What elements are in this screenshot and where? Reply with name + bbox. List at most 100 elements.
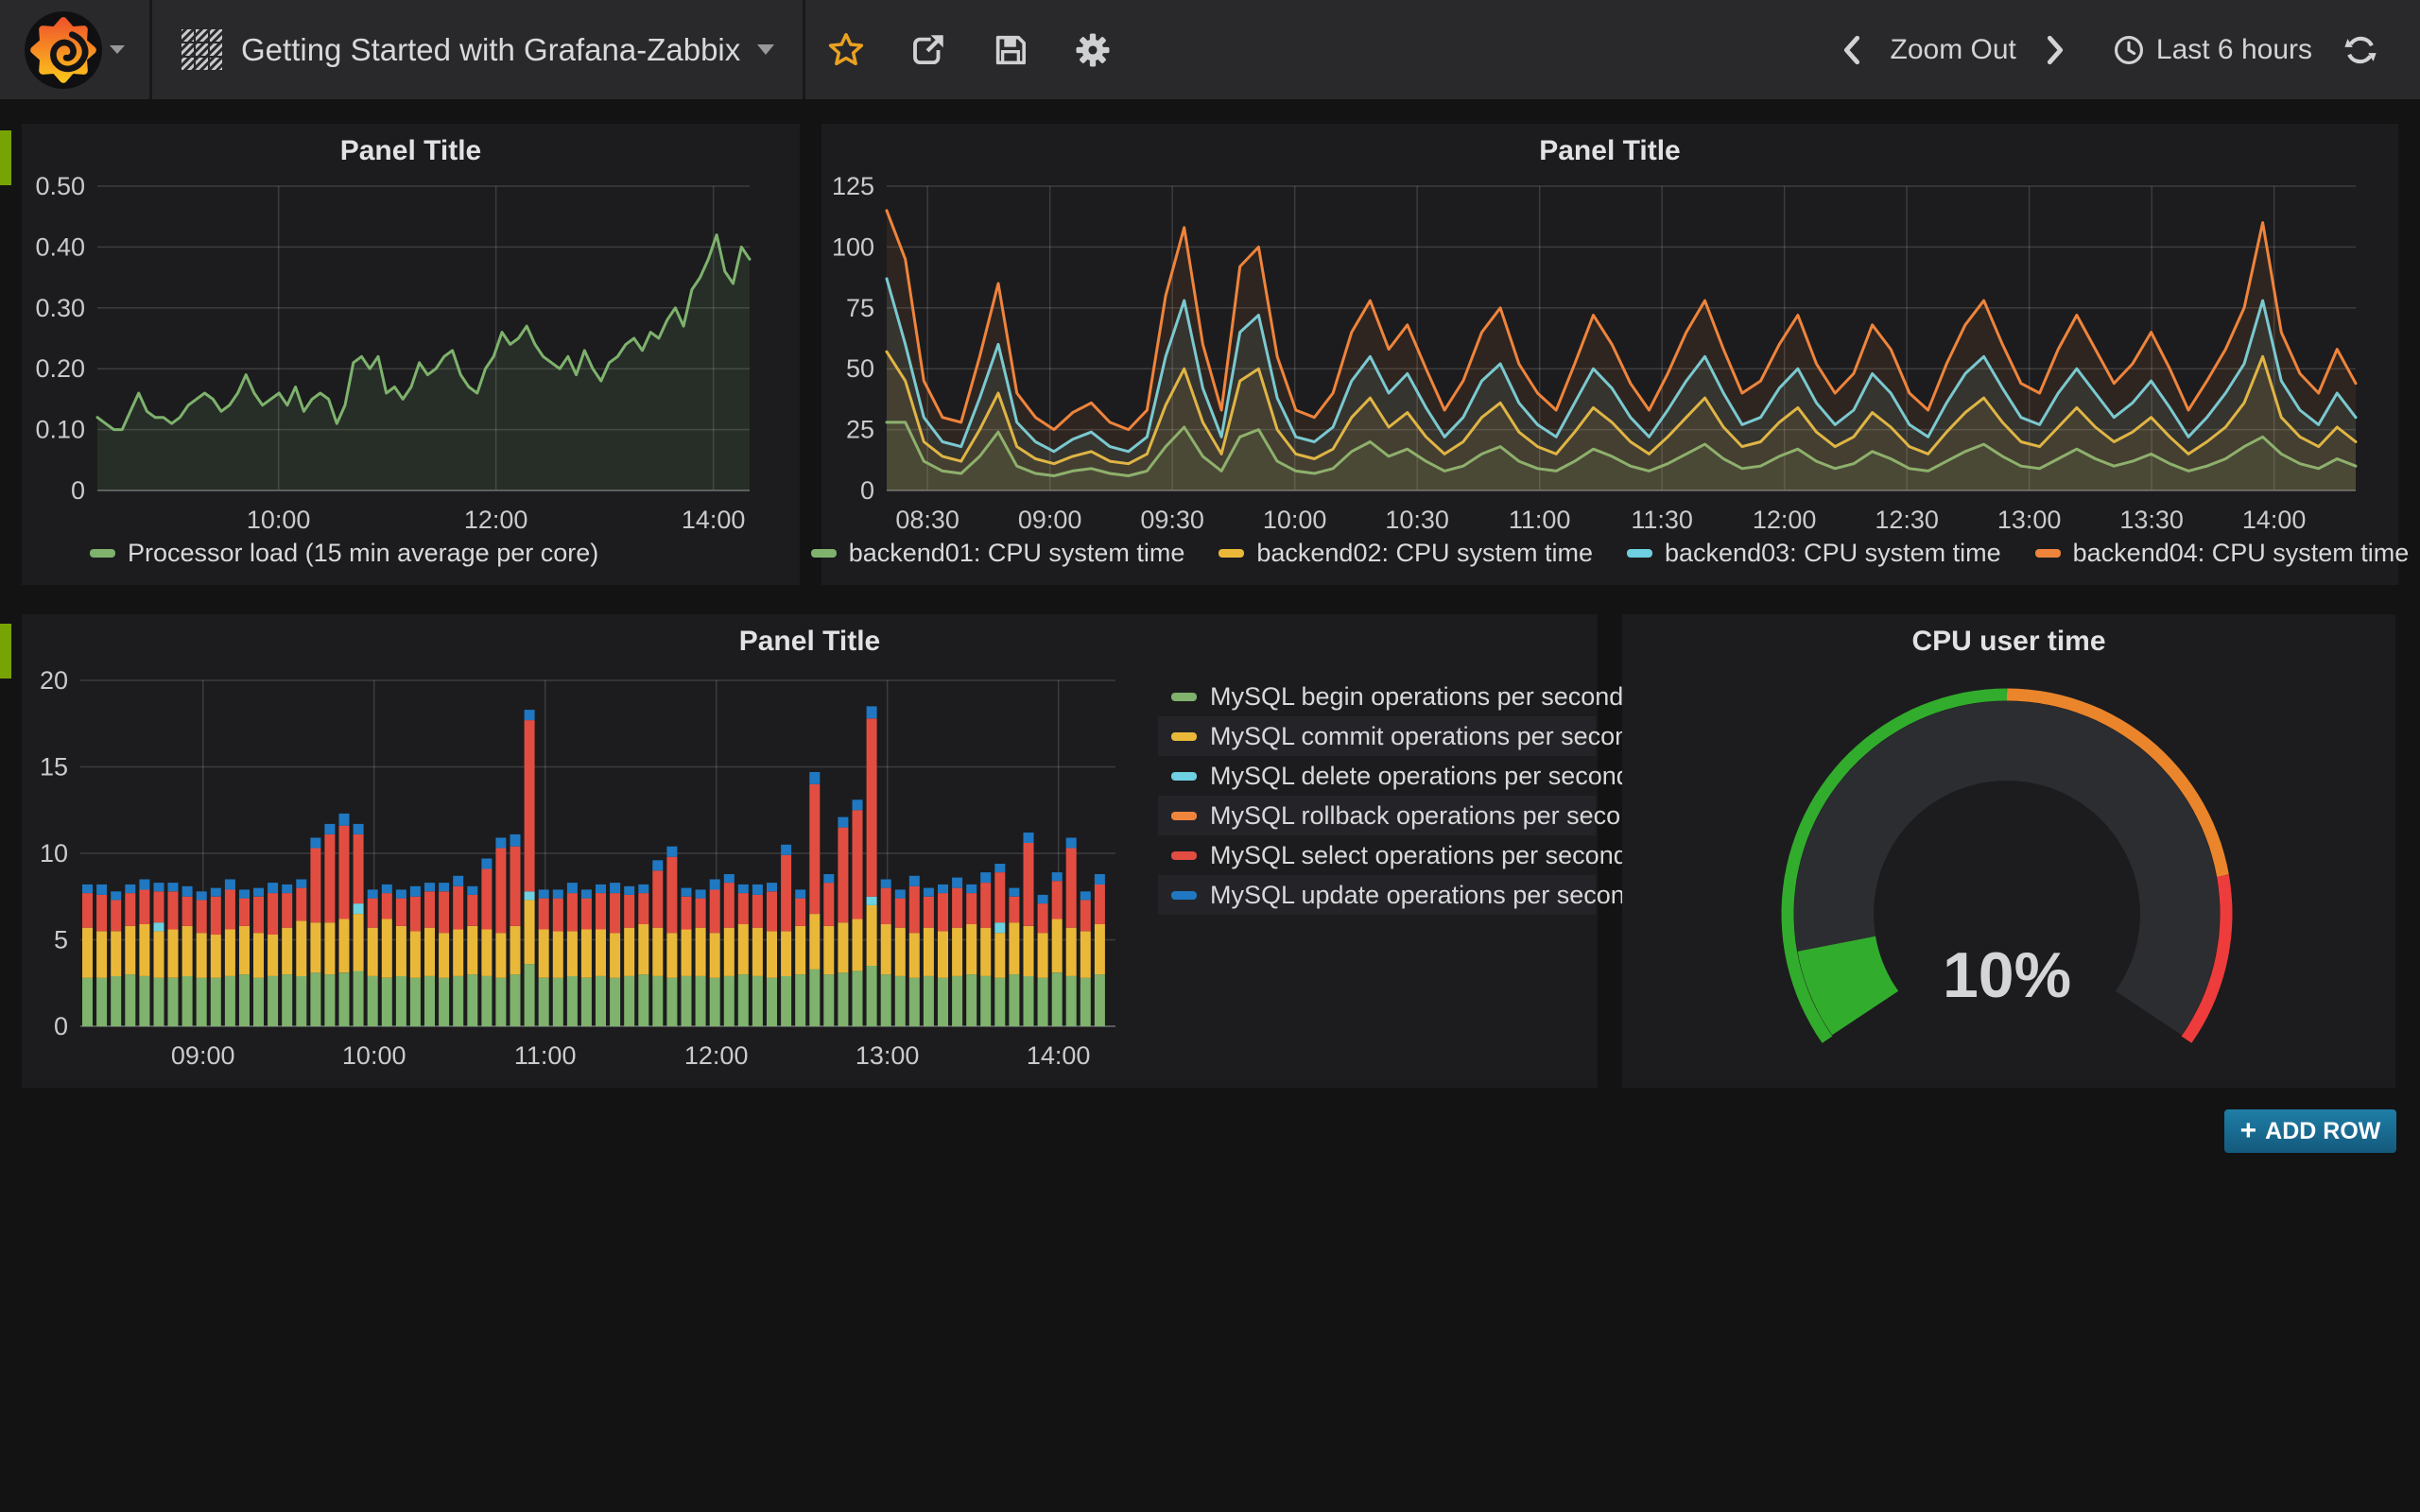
mysql-ops-legend: MySQL begin operations per secondMySQL c… xyxy=(1158,677,1596,915)
legend-item[interactable]: Processor load (15 min average per core) xyxy=(90,539,598,568)
cpu-system-legend: backend01: CPU system time backend02: CPU… xyxy=(821,539,2398,568)
settings-button[interactable] xyxy=(1073,30,1113,70)
legend-swatch-icon xyxy=(811,549,837,558)
grafana-logo[interactable] xyxy=(0,0,149,99)
time-forward-button[interactable] xyxy=(2043,34,2067,66)
svg-text:10: 10 xyxy=(40,839,68,868)
save-button[interactable] xyxy=(992,31,1029,69)
legend-item[interactable]: MySQL begin operations per second xyxy=(1158,677,1596,716)
svg-text:12:30: 12:30 xyxy=(1875,506,1939,534)
add-row-label: ADD ROW xyxy=(2265,1118,2380,1145)
legend-item[interactable]: backend04: CPU system time xyxy=(2035,539,2410,568)
legend-label: MySQL commit operations per second xyxy=(1210,722,1643,751)
legend-item[interactable]: MySQL delete operations per second xyxy=(1158,756,1596,796)
add-row-button[interactable]: + ADD ROW xyxy=(2224,1109,2396,1153)
legend-item[interactable]: backend01: CPU system time xyxy=(811,539,1185,568)
legend-label: backend04: CPU system time xyxy=(2073,539,2410,568)
refresh-icon xyxy=(2342,32,2378,68)
panel-cpu-system: Panel Title 025507510012508:3009:0009:30… xyxy=(821,124,2398,585)
svg-text:0.10: 0.10 xyxy=(35,416,85,444)
row-toggle-1[interactable] xyxy=(0,130,11,185)
svg-text:0.40: 0.40 xyxy=(35,232,85,261)
star-icon xyxy=(827,31,865,69)
share-button[interactable] xyxy=(908,30,948,70)
svg-text:10%: 10% xyxy=(1943,939,2071,1011)
dashboard-caret-icon xyxy=(757,44,774,55)
svg-text:08:30: 08:30 xyxy=(895,506,959,534)
legend-item[interactable]: MySQL select operations per second xyxy=(1158,835,1596,875)
legend-label: MySQL select operations per second xyxy=(1210,841,1628,870)
svg-text:0: 0 xyxy=(860,476,874,505)
svg-text:12:00: 12:00 xyxy=(464,506,528,534)
legend-swatch-icon xyxy=(1171,851,1197,860)
dashboard-title: Getting Started with Grafana-Zabbix xyxy=(241,32,740,68)
svg-text:20: 20 xyxy=(40,666,68,695)
svg-text:13:00: 13:00 xyxy=(1997,506,2062,534)
processor-load-legend: Processor load (15 min average per core) xyxy=(90,539,598,568)
legend-item[interactable]: backend03: CPU system time xyxy=(1627,539,2001,568)
svg-text:11:00: 11:00 xyxy=(1509,506,1571,534)
svg-text:13:30: 13:30 xyxy=(2119,506,2184,534)
legend-label: MySQL begin operations per second xyxy=(1210,682,1623,712)
svg-text:12:00: 12:00 xyxy=(1753,506,1817,534)
legend-label: backend01: CPU system time xyxy=(849,539,1185,568)
svg-text:100: 100 xyxy=(832,232,874,261)
svg-text:10:00: 10:00 xyxy=(247,506,311,534)
legend-item[interactable]: MySQL update operations per second xyxy=(1158,875,1596,915)
dashboard-picker[interactable]: Getting Started with Grafana-Zabbix xyxy=(152,0,803,99)
plus-icon: + xyxy=(2240,1117,2257,1145)
panel-processor-load: Panel Title 00.100.200.300.400.5010:0012… xyxy=(22,124,800,585)
svg-text:0: 0 xyxy=(71,476,85,505)
legend-swatch-icon xyxy=(1627,549,1652,558)
legend-label: backend03: CPU system time xyxy=(1665,539,2001,568)
mysql-ops-chart[interactable]: 0510152009:0010:0011:0012:0013:0014:00 xyxy=(22,614,1184,1088)
svg-text:25: 25 xyxy=(846,416,874,444)
svg-text:11:30: 11:30 xyxy=(1631,506,1693,534)
svg-text:14:00: 14:00 xyxy=(1027,1041,1091,1070)
cpu-system-chart[interactable]: 025507510012508:3009:0009:3010:0010:3011… xyxy=(821,124,2398,585)
processor-load-chart[interactable]: 00.100.200.300.400.5010:0012:0014:00 xyxy=(22,124,800,585)
legend-swatch-icon xyxy=(1171,812,1197,820)
legend-item[interactable]: MySQL rollback operations per second xyxy=(1158,796,1596,835)
svg-text:09:00: 09:00 xyxy=(1018,506,1082,534)
svg-text:15: 15 xyxy=(40,753,68,782)
share-icon xyxy=(908,30,948,70)
navbar-right-controls: Zoom Out Last 6 hours xyxy=(1832,32,2420,68)
legend-swatch-icon xyxy=(1171,891,1197,900)
time-range-label: Last 6 hours xyxy=(2156,34,2312,66)
legend-swatch-icon xyxy=(1171,693,1197,701)
legend-label: MySQL delete operations per second xyxy=(1210,762,1631,791)
time-range-picker[interactable]: Last 6 hours xyxy=(2113,34,2312,66)
svg-text:125: 125 xyxy=(832,172,874,200)
row-toggle-2[interactable] xyxy=(0,624,11,679)
cpu-user-gauge-chart: 10% xyxy=(1622,614,2395,1088)
grafana-logo-icon xyxy=(25,11,102,89)
svg-text:11:00: 11:00 xyxy=(514,1041,577,1070)
legend-swatch-icon xyxy=(1171,772,1197,781)
refresh-button[interactable] xyxy=(2342,32,2378,68)
legend-label: MySQL rollback operations per second xyxy=(1210,801,1649,831)
legend-swatch-icon xyxy=(90,549,115,558)
svg-text:13:00: 13:00 xyxy=(856,1041,920,1070)
save-icon xyxy=(992,31,1029,69)
legend-swatch-icon xyxy=(1219,549,1244,558)
svg-text:14:00: 14:00 xyxy=(2242,506,2307,534)
navbar-separator xyxy=(803,0,805,99)
svg-text:0.20: 0.20 xyxy=(35,354,85,383)
time-back-button[interactable] xyxy=(1840,34,1864,66)
svg-text:0: 0 xyxy=(54,1012,68,1040)
navbar: Getting Started with Grafana-Zabbix xyxy=(0,0,2420,99)
dashboard-grid-icon xyxy=(181,28,224,72)
svg-text:09:00: 09:00 xyxy=(171,1041,235,1070)
chevron-left-icon xyxy=(1840,34,1864,66)
zoom-out-button[interactable]: Zoom Out xyxy=(1891,34,2016,66)
svg-text:10:00: 10:00 xyxy=(1263,506,1327,534)
svg-text:12:00: 12:00 xyxy=(684,1041,749,1070)
star-button[interactable] xyxy=(827,31,865,69)
svg-text:0.30: 0.30 xyxy=(35,294,85,322)
legend-item[interactable]: backend02: CPU system time xyxy=(1219,539,1593,568)
legend-item[interactable]: MySQL commit operations per second xyxy=(1158,716,1596,756)
svg-text:14:00: 14:00 xyxy=(682,506,746,534)
legend-label: Processor load (15 min average per core) xyxy=(128,539,598,568)
gear-icon xyxy=(1073,30,1113,70)
